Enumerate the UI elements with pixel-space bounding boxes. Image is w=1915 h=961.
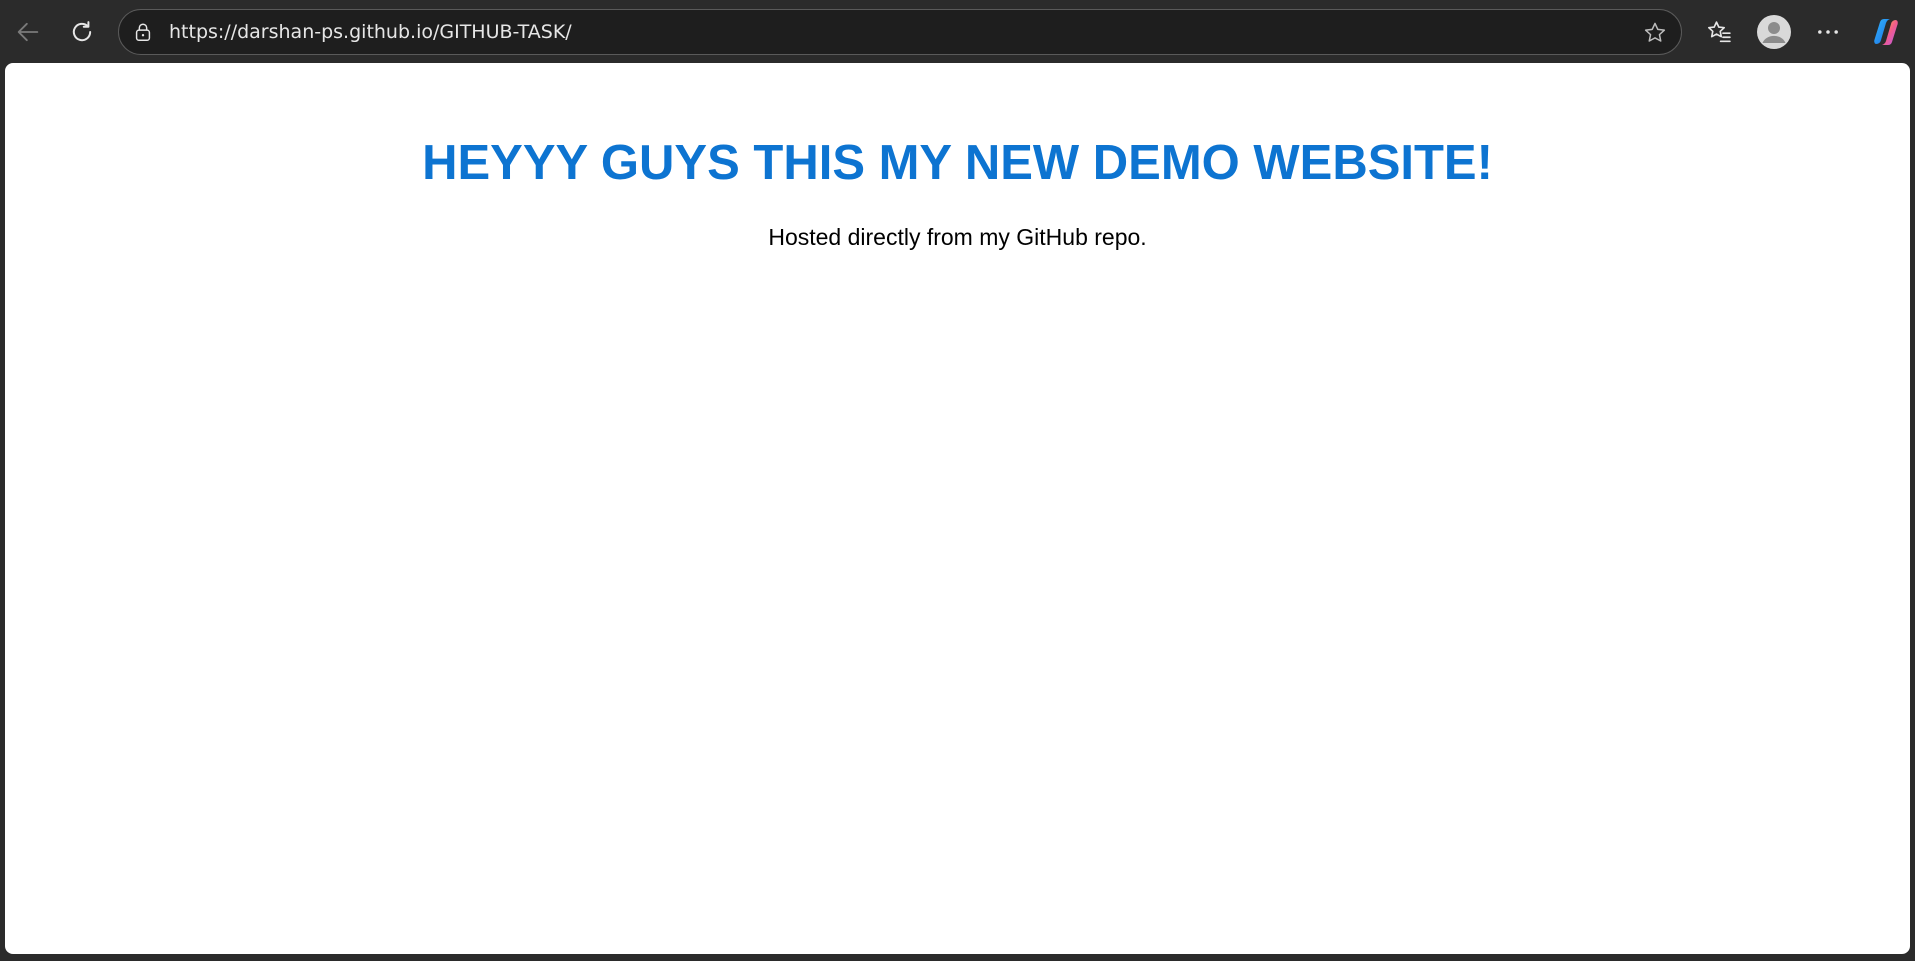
favorites-button[interactable] [1700,12,1740,52]
copilot-icon [1874,19,1898,45]
back-button[interactable] [8,12,48,52]
browser-window: https://darshan-ps.github.io/GITHUB-TASK… [0,0,1915,961]
browser-toolbar: https://darshan-ps.github.io/GITHUB-TASK… [0,0,1915,62]
profile-icon [1757,15,1791,49]
page-title: HEYYY GUYS THIS MY NEW DEMO WEBSITE! [422,136,1493,190]
back-arrow-icon [17,22,39,42]
url-text[interactable]: https://darshan-ps.github.io/GITHUB-TASK… [169,21,572,43]
lock-icon[interactable] [131,20,155,44]
page-viewport: HEYYY GUYS THIS MY NEW DEMO WEBSITE! Hos… [5,63,1910,954]
more-icon [1818,30,1838,34]
refresh-icon [72,21,92,42]
address-bar[interactable]: https://darshan-ps.github.io/GITHUB-TASK… [118,9,1682,55]
star-icon[interactable] [1641,19,1669,47]
favorites-icon [1707,21,1731,43]
copilot-button[interactable] [1868,14,1904,50]
refresh-button[interactable] [62,12,102,52]
page-subtitle: Hosted directly from my GitHub repo. [768,224,1147,250]
profile-button[interactable] [1754,12,1794,52]
more-button[interactable] [1808,12,1848,52]
